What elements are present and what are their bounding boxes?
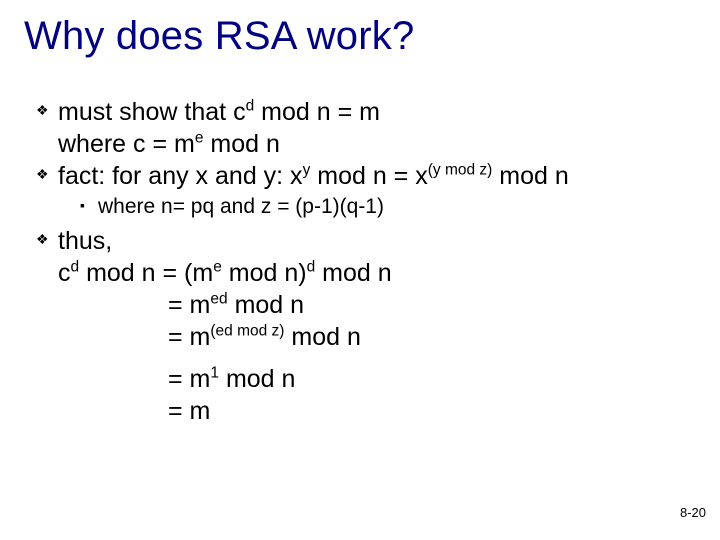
slide-body: ❖ must show that cd mod n = m where c = … xyxy=(36,96,696,427)
bullet-1: ❖ must show that cd mod n = m where c = … xyxy=(36,96,696,160)
bullet-1-text: must show that cd mod n = m where c = me… xyxy=(58,96,696,160)
text: mod n xyxy=(219,365,295,393)
text: mod n xyxy=(284,323,360,351)
page-number: 8-20 xyxy=(680,505,706,520)
text: where c = m xyxy=(58,130,195,158)
text: mod n xyxy=(203,130,279,158)
sub-bullet-1: ▪ where n= pq and z = (p-1)(q-1) xyxy=(80,194,696,221)
square-bullet-icon: ▪ xyxy=(80,197,98,215)
sub-bullet-1-text: where n= pq and z = (p-1)(q-1) xyxy=(98,194,696,221)
superscript: (ed mod z) xyxy=(210,323,284,340)
text: thus, xyxy=(58,225,696,257)
diamond-bullet-icon: ❖ xyxy=(36,166,58,184)
text: must show that c xyxy=(58,98,246,126)
equation-line: = m(ed mod z) mod n xyxy=(58,321,696,353)
superscript: 1 xyxy=(210,365,219,382)
text: c xyxy=(58,259,71,287)
superscript: e xyxy=(213,259,222,276)
equation-line: = m1 mod n xyxy=(58,363,696,395)
text: = m xyxy=(168,323,210,351)
superscript: ed xyxy=(210,291,227,308)
text: mod n = x xyxy=(310,162,427,190)
text: = m xyxy=(168,397,210,425)
text: = m xyxy=(168,365,210,393)
text: mod n) xyxy=(222,259,307,287)
diamond-bullet-icon: ❖ xyxy=(36,231,58,249)
bullet-2: ❖ fact: for any x and y: xy mod n = x(y … xyxy=(36,160,696,192)
bullet-2-text: fact: for any x and y: xy mod n = x(y mo… xyxy=(58,160,696,192)
equation-block: cd mod n = (me mod n)d mod n xyxy=(58,257,696,289)
bullet-3-text: thus, cd mod n = (me mod n)d mod n = med… xyxy=(58,225,696,427)
text: = m xyxy=(168,291,210,319)
equation-line: = med mod n xyxy=(58,289,696,321)
text: mod n = m xyxy=(254,98,380,126)
text: mod n = (m xyxy=(79,259,213,287)
text: mod n xyxy=(492,162,568,190)
diamond-bullet-icon: ❖ xyxy=(36,102,58,120)
superscript: d xyxy=(246,98,255,115)
equation-line: = m xyxy=(58,395,696,427)
superscript: (y mod z) xyxy=(428,162,493,179)
text: fact: for any x and y: x xyxy=(58,162,303,190)
bullet-3: ❖ thus, cd mod n = (me mod n)d mod n = m… xyxy=(36,225,696,427)
superscript: d xyxy=(71,259,80,276)
slide-title: Why does RSA work? xyxy=(24,14,414,59)
superscript: d xyxy=(307,259,316,276)
text: mod n xyxy=(228,291,304,319)
slide: Why does RSA work? ❖ must show that cd m… xyxy=(0,0,720,540)
text: mod n xyxy=(315,259,391,287)
